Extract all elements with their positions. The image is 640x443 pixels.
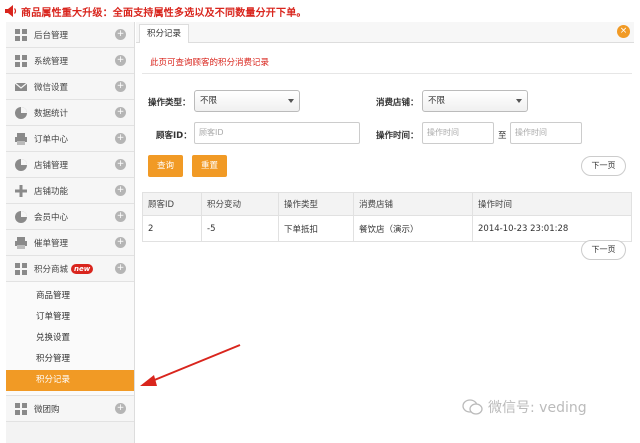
annotation-arrow xyxy=(140,344,241,386)
watermark-text: 微信号: veding xyxy=(488,400,587,416)
watermark: 微信号: veding xyxy=(462,397,587,417)
wechat-icon xyxy=(462,399,483,415)
